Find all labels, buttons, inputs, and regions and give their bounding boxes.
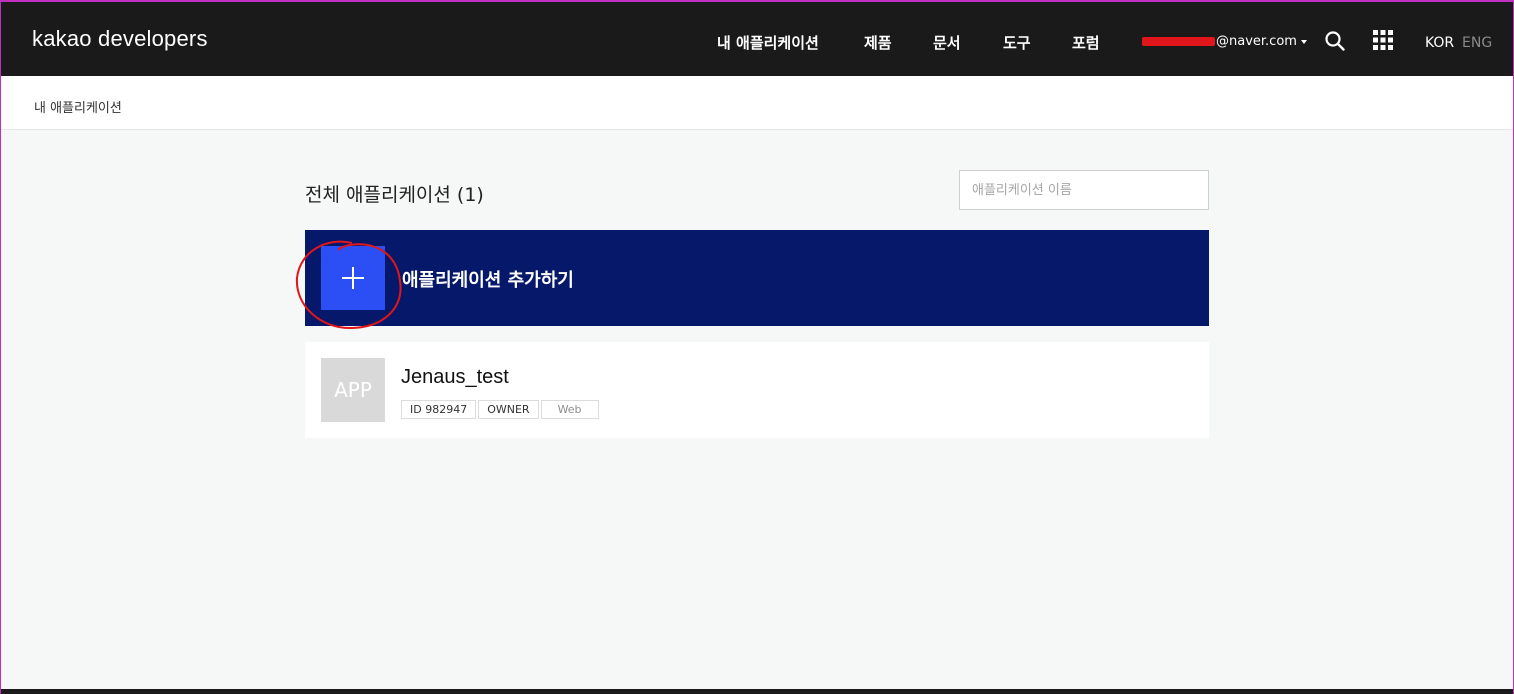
plus-icon [342,267,364,289]
nav-products[interactable]: 제품 [864,32,892,53]
add-square [321,246,385,310]
account-menu[interactable]: @naver.com [1142,34,1307,49]
breadcrumb[interactable]: 내 애플리케이션 [34,97,122,116]
search-icon[interactable] [1324,30,1346,52]
breadcrumb-bar: 내 애플리케이션 [0,76,1514,130]
app-name[interactable]: Jenaus_test [401,366,509,389]
apps-grid-icon[interactable] [1372,29,1394,51]
chevron-down-icon [1300,39,1307,44]
nav-forum[interactable]: 포럼 [1072,32,1100,53]
app-tags: ID 982947 OWNER Web [401,400,601,419]
add-application-label: 애플리케이션 추가하기 [402,270,574,291]
nav-my-applications[interactable]: 내 애플리케이션 [717,32,819,53]
nav-docs[interactable]: 문서 [933,32,961,53]
app-id-tag: ID 982947 [401,400,477,419]
app-role-tag: OWNER [478,400,539,419]
page-title: 전체 애플리케이션 (1) [305,184,484,206]
app-thumbnail: APP [321,358,385,422]
account-email: @naver.com [1216,34,1297,49]
kakao-developers-logo[interactable]: kakao developers [32,26,208,52]
top-header: kakao developers 내 애플리케이션 제품 문서 도구 포럼 @n… [0,0,1514,76]
language-eng[interactable]: ENG [1462,35,1492,51]
app-search-input[interactable] [959,170,1209,210]
bottom-edge [0,689,1514,694]
redaction-mark [1142,37,1215,46]
app-card[interactable]: APP Jenaus_test ID 982947 OWNER Web [305,342,1209,438]
add-application-button[interactable]: 애플리케이션 추가하기 [305,230,1209,326]
app-platform-tag: Web [540,400,599,419]
nav-tools[interactable]: 도구 [1003,32,1031,53]
language-kor[interactable]: KOR [1425,35,1454,51]
